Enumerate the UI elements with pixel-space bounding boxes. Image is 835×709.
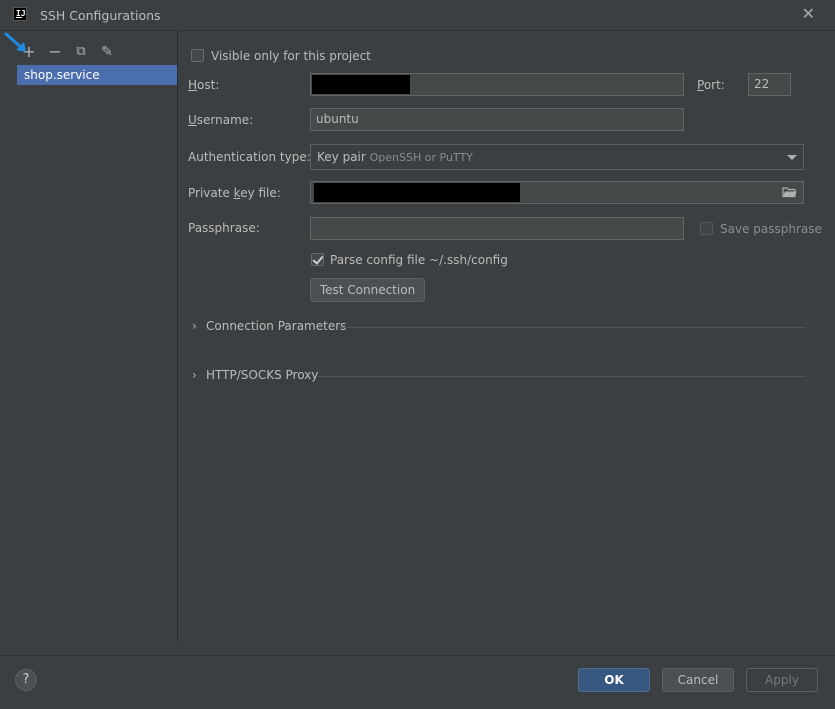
proxy-label: HTTP/SOCKS Proxy bbox=[206, 368, 319, 382]
chevron-right-icon: › bbox=[192, 319, 197, 333]
port-field[interactable]: 22 bbox=[748, 73, 791, 96]
private-key-redaction bbox=[314, 183, 520, 202]
auth-type-label: Authentication type: bbox=[188, 150, 311, 164]
title-bar: IJ SSH Configurations ✕ bbox=[0, 0, 835, 31]
close-icon[interactable]: ✕ bbox=[802, 5, 815, 23]
host-redaction bbox=[312, 75, 410, 94]
ok-button[interactable]: OK bbox=[578, 668, 650, 692]
apply-button[interactable]: Apply bbox=[746, 668, 818, 692]
intellij-logo-icon: IJ bbox=[13, 7, 27, 21]
username-field[interactable]: ubuntu bbox=[310, 108, 684, 131]
host-label: Host: bbox=[188, 78, 220, 92]
dropdown-arrow-icon bbox=[787, 155, 797, 160]
section-divider bbox=[338, 327, 806, 328]
help-button[interactable]: ? bbox=[15, 669, 37, 691]
port-label: Port: bbox=[697, 78, 725, 92]
save-passphrase-checkbox[interactable] bbox=[700, 222, 713, 235]
test-connection-button[interactable]: Test Connection bbox=[310, 278, 425, 302]
visible-only-checkbox[interactable] bbox=[191, 49, 204, 62]
save-passphrase-label: Save passphrase bbox=[720, 222, 822, 236]
copy-icon[interactable]: ⧉ bbox=[72, 43, 90, 61]
annotation-arrow-icon bbox=[4, 32, 26, 52]
auth-type-value: Key pair bbox=[317, 150, 366, 164]
auth-type-dropdown[interactable]: Key pair OpenSSH or PuTTY bbox=[310, 144, 804, 170]
cancel-button[interactable]: Cancel bbox=[662, 668, 734, 692]
config-list-panel: + − ⧉ ✎ shop.service bbox=[0, 31, 178, 641]
parse-config-label: Parse config file ~/.ssh/config bbox=[330, 253, 508, 267]
private-key-label: Private key file: bbox=[188, 186, 281, 200]
proxy-section[interactable]: › HTTP/SOCKS Proxy bbox=[192, 368, 807, 384]
connection-parameters-section[interactable]: › Connection Parameters bbox=[192, 319, 807, 335]
chevron-right-icon: › bbox=[192, 368, 197, 382]
section-divider bbox=[316, 376, 806, 377]
passphrase-field[interactable] bbox=[310, 217, 684, 240]
connection-parameters-label: Connection Parameters bbox=[206, 319, 347, 333]
passphrase-label: Passphrase: bbox=[188, 221, 260, 235]
config-list-item[interactable]: shop.service bbox=[17, 65, 177, 85]
edit-icon[interactable]: ✎ bbox=[98, 43, 116, 61]
username-label: Username: bbox=[188, 113, 254, 127]
auth-type-hint: OpenSSH or PuTTY bbox=[369, 151, 473, 164]
parse-config-checkbox[interactable] bbox=[311, 253, 324, 266]
window-title: SSH Configurations bbox=[40, 8, 161, 23]
remove-icon[interactable]: − bbox=[46, 43, 64, 61]
folder-icon[interactable] bbox=[782, 186, 797, 198]
visible-only-label: Visible only for this project bbox=[211, 49, 371, 63]
